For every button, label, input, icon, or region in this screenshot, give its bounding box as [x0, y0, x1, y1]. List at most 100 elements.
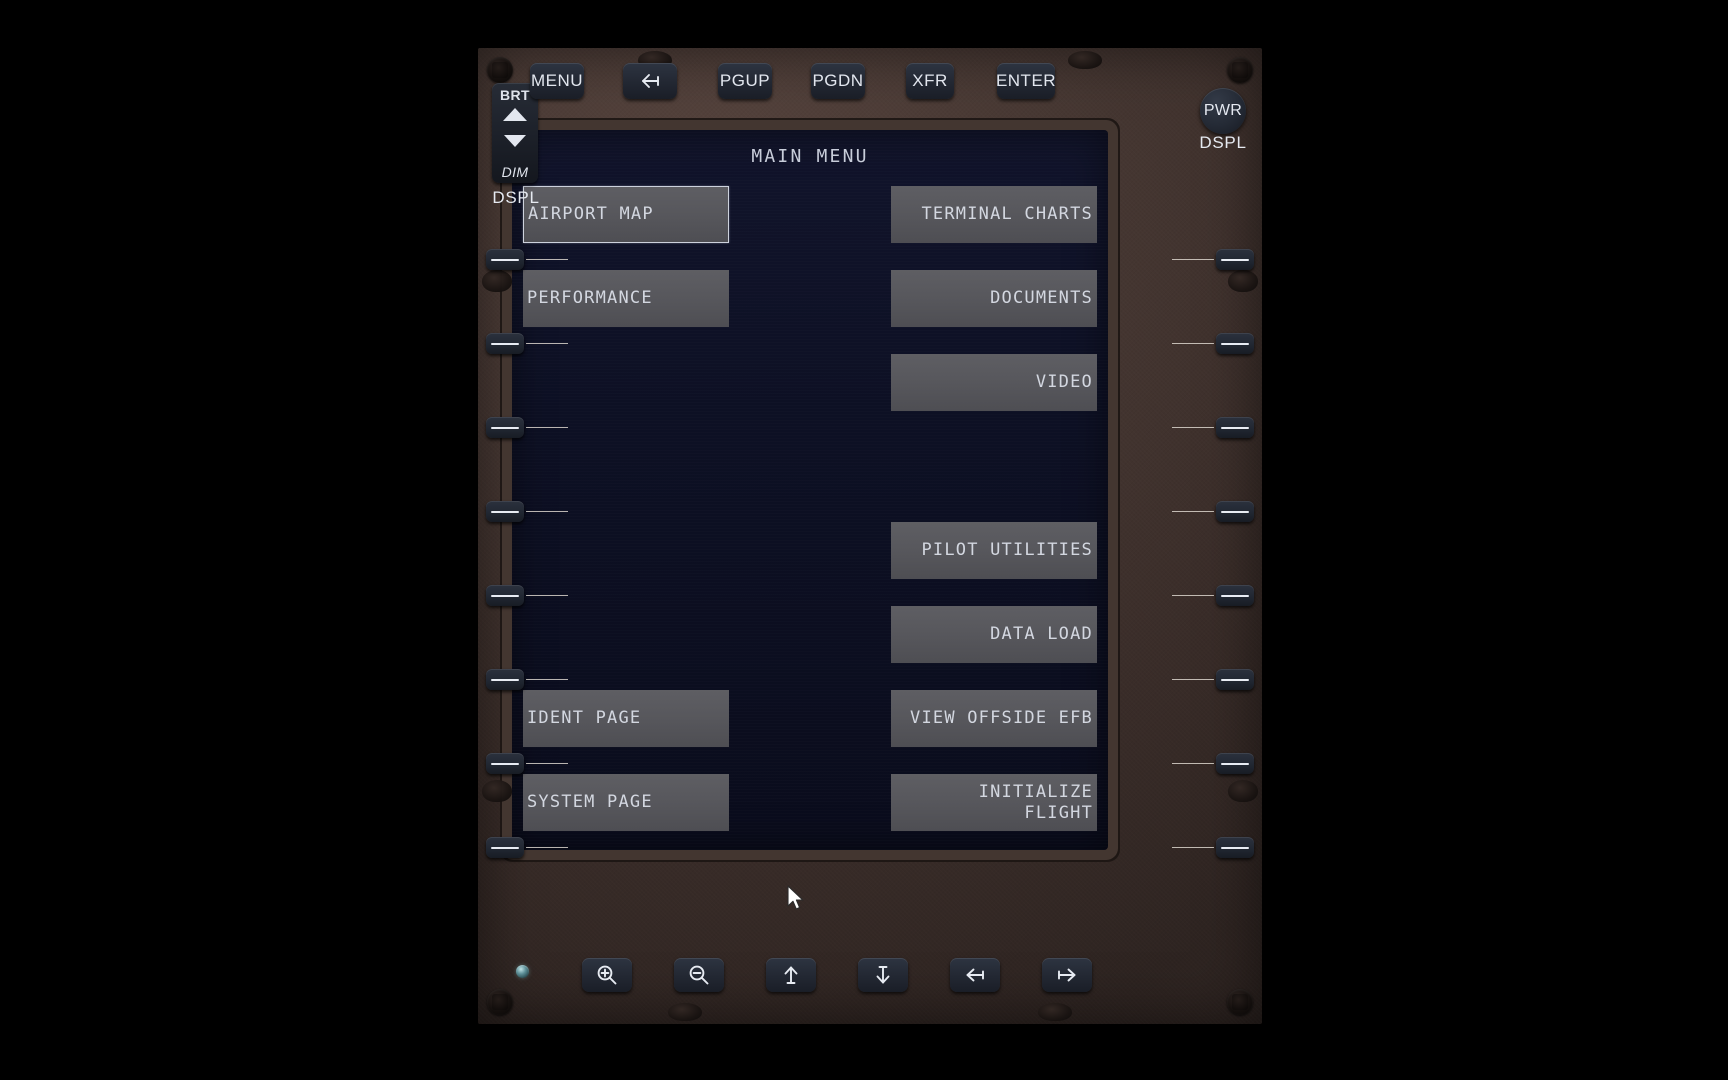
- lsk-connector-line: [526, 259, 568, 260]
- lsk-connector-line: [526, 511, 568, 512]
- line-select-key-left-4[interactable]: [486, 501, 524, 522]
- bottom-key-pan-right[interactable]: [1042, 958, 1092, 992]
- line-select-key-right-2[interactable]: [1216, 333, 1254, 354]
- triangle-down-icon: [504, 135, 526, 147]
- line-select-key-right-1[interactable]: [1216, 249, 1254, 270]
- lsk-connector-line: [1172, 511, 1214, 512]
- lsk-connector-line: [526, 595, 568, 596]
- line-select-key-right-3[interactable]: [1216, 417, 1254, 438]
- line-select-key-left-1[interactable]: [486, 249, 524, 270]
- power-button[interactable]: PWR: [1200, 88, 1246, 134]
- line-select-key-right-4[interactable]: [1216, 501, 1254, 522]
- mount-bump-left-upper: [482, 270, 512, 292]
- line-select-key-left-6[interactable]: [486, 669, 524, 690]
- bottom-key-pan-down[interactable]: [858, 958, 908, 992]
- screw-top-left: [487, 57, 513, 83]
- top-key-enter[interactable]: ENTER: [995, 63, 1057, 99]
- menu-button-view-offside-efb[interactable]: VIEW OFFSIDE EFB: [891, 690, 1097, 747]
- line-select-key-right-5[interactable]: [1216, 585, 1254, 606]
- menu-button-airport-map[interactable]: AIRPORT MAP: [523, 186, 729, 243]
- line-select-key-right-6[interactable]: [1216, 669, 1254, 690]
- menu-button-performance[interactable]: PERFORMANCE: [523, 270, 729, 327]
- lsk-connector-line: [526, 343, 568, 344]
- zoom-out-icon: [689, 965, 709, 985]
- menu-button-video[interactable]: VIDEO: [891, 354, 1097, 411]
- menu-button-label: INITIALIZE FLIGHT: [979, 782, 1093, 823]
- menu-button-label: VIDEO: [1036, 372, 1093, 393]
- arrow-down-icon: [876, 966, 890, 984]
- zoom-in-icon: [597, 965, 617, 985]
- menu-button-label-line: PERFORMANCE: [527, 288, 653, 309]
- lsk-connector-line: [526, 763, 568, 764]
- lsk-connector-line: [1172, 847, 1214, 848]
- menu-button-label: DATA LOAD: [990, 624, 1093, 645]
- screw-bottom-right: [1227, 989, 1253, 1015]
- menu-button-terminal-charts[interactable]: TERMINAL CHARTS: [891, 186, 1097, 243]
- display-label-left: DSPL: [492, 188, 540, 207]
- lsk-connector-line: [1172, 763, 1214, 764]
- menu-button-ident-page[interactable]: IDENT PAGE: [523, 690, 729, 747]
- top-key-label: ENTER: [995, 71, 1057, 90]
- top-key-pgup[interactable]: PGUP: [718, 63, 772, 99]
- bottom-key-zoom-out[interactable]: [674, 958, 724, 992]
- menu-button-label-line: VIEW OFFSIDE EFB: [910, 708, 1093, 729]
- status-led-icon: [516, 965, 529, 978]
- menu-button-label: DOCUMENTS: [990, 288, 1093, 309]
- bottom-key-pan-left[interactable]: [950, 958, 1000, 992]
- lsk-connector-line: [526, 427, 568, 428]
- screw-bottom-left: [487, 989, 513, 1015]
- mount-bump-left-lower: [482, 780, 512, 802]
- top-key-menu[interactable]: MENU: [530, 63, 584, 99]
- lsk-connector-line: [526, 847, 568, 848]
- menu-button-system-page[interactable]: SYSTEM PAGE: [523, 774, 729, 831]
- line-select-key-left-3[interactable]: [486, 417, 524, 438]
- bottom-key-pan-up[interactable]: [766, 958, 816, 992]
- line-select-key-left-5[interactable]: [486, 585, 524, 606]
- bottom-key-zoom-in[interactable]: [582, 958, 632, 992]
- menu-button-initialize-flight[interactable]: INITIALIZE FLIGHT: [891, 774, 1097, 831]
- menu-button-label-line: SYSTEM PAGE: [527, 792, 653, 813]
- mount-bump-bottom-left: [668, 1003, 702, 1021]
- menu-button-label-line: PILOT UTILITIES: [921, 540, 1093, 561]
- brightness-down-label: DIM: [501, 164, 529, 180]
- menu-button-label-line: DOCUMENTS: [990, 288, 1093, 309]
- lsk-connector-line: [1172, 595, 1214, 596]
- menu-button-label-line: TERMINAL CHARTS: [921, 204, 1093, 225]
- top-key-label: MENU: [530, 71, 584, 90]
- menu-button-label: SYSTEM PAGE: [527, 792, 653, 813]
- top-key-back[interactable]: [623, 63, 677, 99]
- mount-bump-top-right: [1068, 51, 1102, 69]
- mount-bump-right-upper: [1228, 270, 1258, 292]
- menu-button-data-load[interactable]: DATA LOAD: [891, 606, 1097, 663]
- menu-button-documents[interactable]: DOCUMENTS: [891, 270, 1097, 327]
- lsk-connector-line: [1172, 679, 1214, 680]
- menu-button-label: PILOT UTILITIES: [921, 540, 1093, 561]
- lsk-connector-line: [1172, 343, 1214, 344]
- display-label-right: DSPL: [1199, 133, 1247, 152]
- menu-button-label: VIEW OFFSIDE EFB: [910, 708, 1093, 729]
- efb-device: BRT DIM DSPL PWR DSPL MENU PGUP PGDN XFR ENT…: [478, 48, 1262, 1024]
- screw-top-right: [1227, 57, 1253, 83]
- arrow-right-icon: [1058, 968, 1076, 982]
- lsk-connector-line: [526, 679, 568, 680]
- brightness-rocker[interactable]: BRT DIM: [492, 83, 538, 183]
- top-key-label: PGDN: [812, 71, 864, 90]
- lsk-connector-line: [1172, 427, 1214, 428]
- menu-button-pilot-utilities[interactable]: PILOT UTILITIES: [891, 522, 1097, 579]
- menu-button-label: TERMINAL CHARTS: [921, 204, 1093, 225]
- arrow-up-icon: [784, 966, 798, 984]
- top-key-label: PGUP: [719, 71, 771, 90]
- top-key-xfr[interactable]: XFR: [906, 63, 954, 99]
- top-key-pgdn[interactable]: PGDN: [811, 63, 865, 99]
- menu-button-label-line: IDENT PAGE: [527, 708, 642, 729]
- line-select-key-left-8[interactable]: [486, 837, 524, 858]
- menu-button-label-line: INITIALIZE: [978, 781, 1093, 802]
- back-arrow-icon: [642, 74, 659, 88]
- line-select-key-left-2[interactable]: [486, 333, 524, 354]
- line-select-key-right-7[interactable]: [1216, 753, 1254, 774]
- line-select-key-right-8[interactable]: [1216, 837, 1254, 858]
- triangle-up-icon: [503, 108, 527, 121]
- lsk-connector-line: [1172, 259, 1214, 260]
- efb-screen: MAIN MENU AIRPORT MAP PERFORMANCE IDENT PA…: [512, 130, 1108, 850]
- line-select-key-left-7[interactable]: [486, 753, 524, 774]
